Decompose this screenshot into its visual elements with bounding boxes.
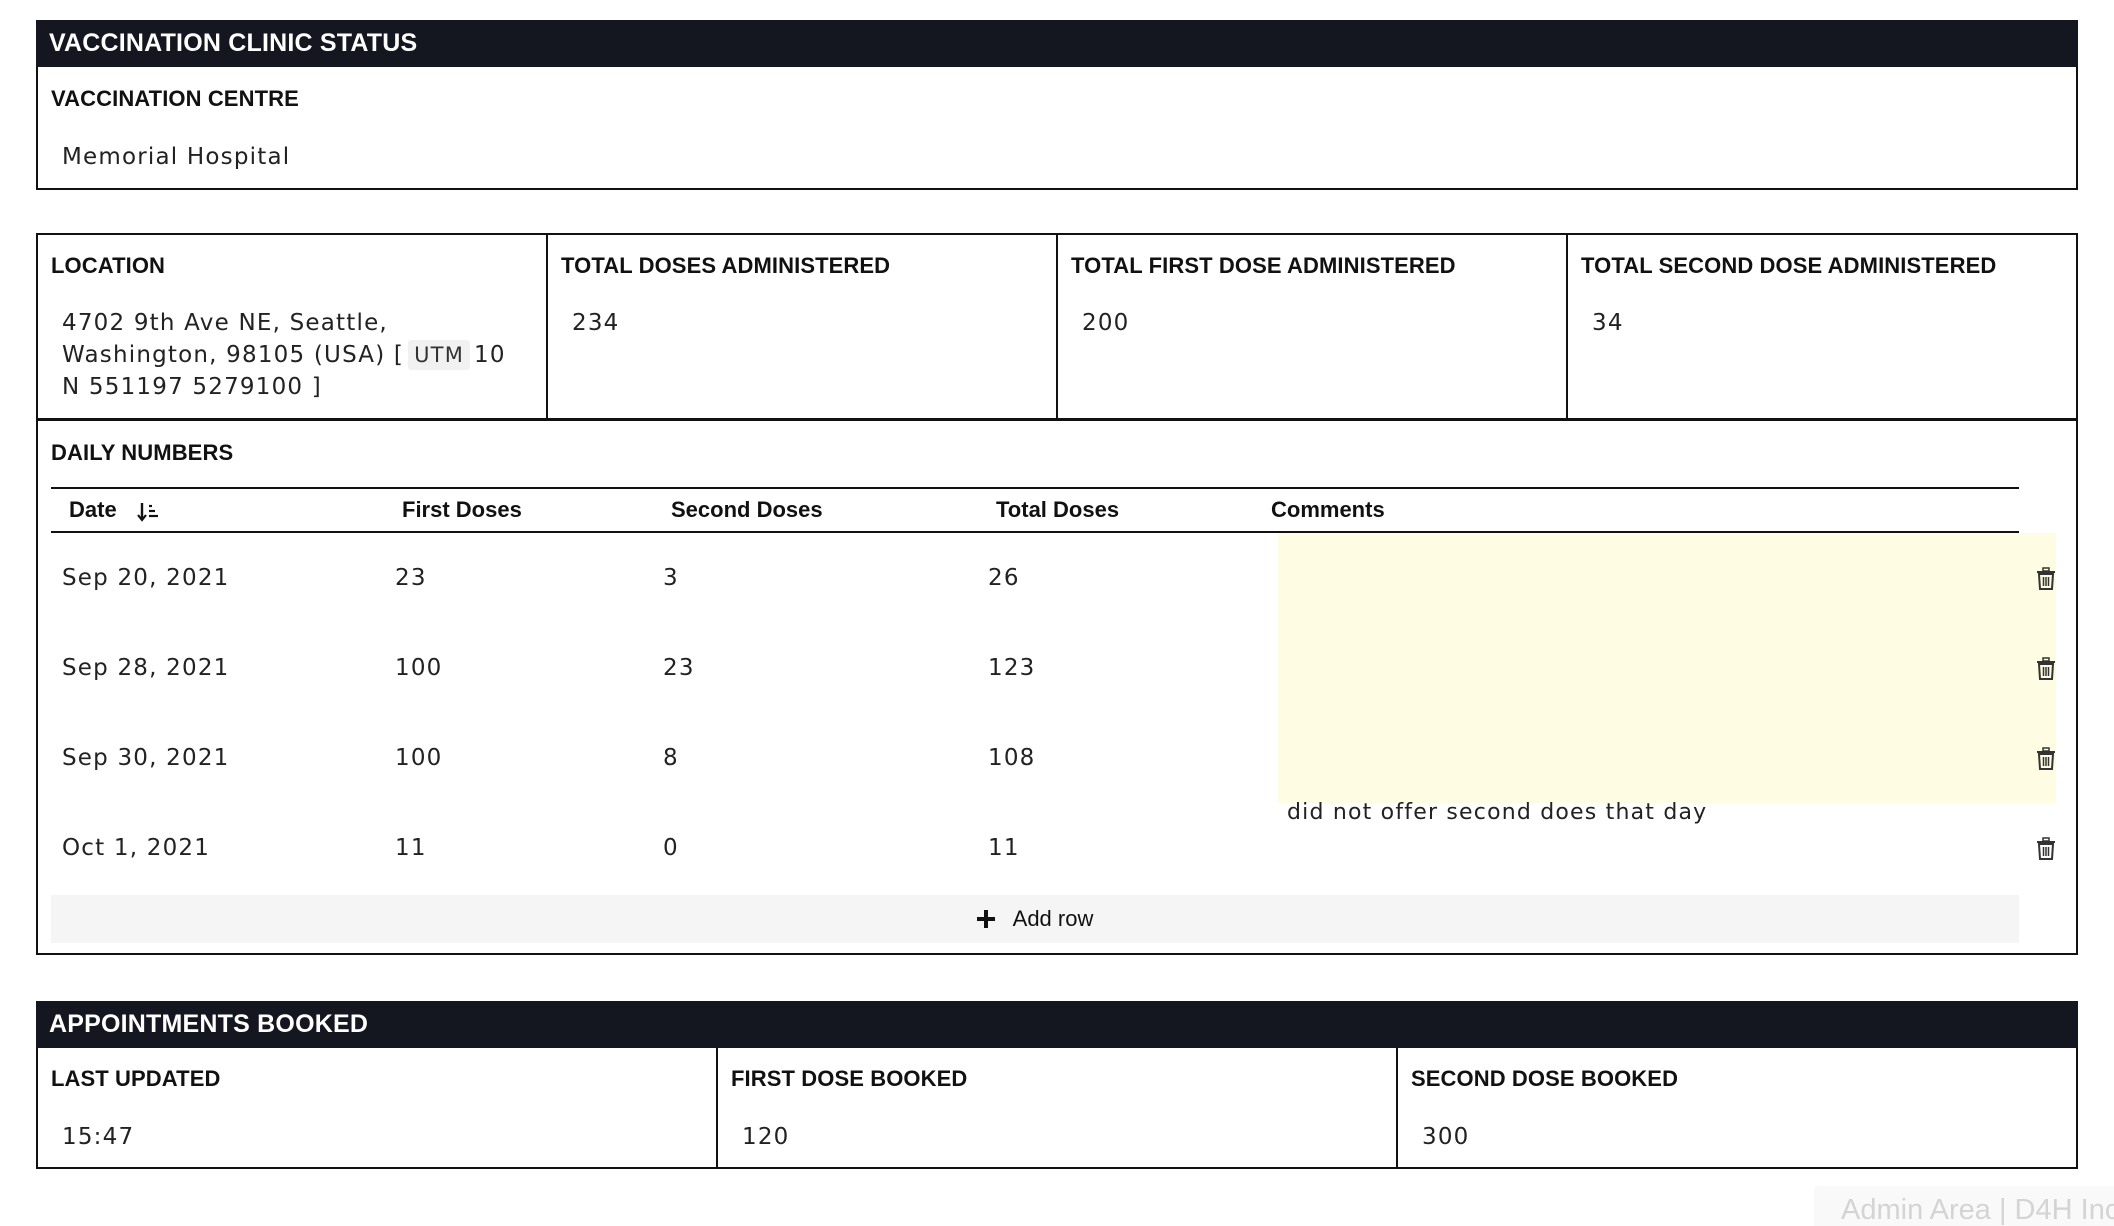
plus-icon xyxy=(976,910,995,928)
second-dose-cell: TOTAL SECOND DOSE ADMINISTERED 34 xyxy=(1568,235,2076,418)
second-dose-label: TOTAL SECOND DOSE ADMINISTERED xyxy=(1581,253,1997,278)
trash-icon[interactable] xyxy=(2035,837,2057,861)
trash-icon[interactable] xyxy=(2035,657,2057,681)
vaccination-centre-value[interactable]: Memorial Hospital xyxy=(62,144,290,170)
table-row: Sep 28, 2021 100 23 123 xyxy=(51,623,2056,713)
clinic-status-section: VACCINATION CLINIC STATUS VACCINATION CE… xyxy=(36,20,2078,190)
total-doses-cell[interactable]: 123 xyxy=(988,623,1036,713)
appointments-title: APPOINTMENTS BOOKED xyxy=(36,1001,2078,1048)
appointments-row: LAST UPDATED 15:47 FIRST DOSE BOOKED 120… xyxy=(38,1048,2076,1167)
location-line1: 4702 9th Ave NE, Seattle, xyxy=(62,310,388,336)
column-first-doses[interactable]: First Doses xyxy=(402,489,522,531)
first-dose-booked-label: FIRST DOSE BOOKED xyxy=(731,1066,968,1091)
stats-section: LOCATION 4702 9th Ave NE, Seattle, Washi… xyxy=(36,233,2078,955)
footer-text[interactable]: Admin Area | D4H Inc xyxy=(1841,1194,2114,1226)
comment-text: did not offer second does that day xyxy=(1287,800,1708,825)
table-row: Sep 30, 2021 100 8 108 xyxy=(51,713,2056,803)
total-doses-cell[interactable]: 108 xyxy=(988,713,1036,803)
location-line3: N 551197 5279100 ] xyxy=(62,374,322,400)
total-doses-label: TOTAL DOSES ADMINISTERED xyxy=(561,253,891,278)
first-dose-booked-cell: FIRST DOSE BOOKED 120 xyxy=(718,1048,1398,1167)
first-dose-cell: TOTAL FIRST DOSE ADMINISTERED 200 xyxy=(1058,235,1568,418)
column-date[interactable]: Date xyxy=(69,489,117,531)
first-doses-cell[interactable]: 11 xyxy=(395,803,427,893)
location-cell: LOCATION 4702 9th Ave NE, Seattle, Washi… xyxy=(38,235,548,418)
total-doses-cell: TOTAL DOSES ADMINISTERED 234 xyxy=(548,235,1058,418)
first-dose-booked-value[interactable]: 120 xyxy=(742,1124,790,1150)
date-cell[interactable]: Sep 30, 2021 xyxy=(62,713,229,803)
second-doses-cell[interactable]: 23 xyxy=(663,623,695,713)
first-doses-cell[interactable]: 100 xyxy=(395,623,443,713)
sort-ascending-icon[interactable] xyxy=(136,500,160,524)
comment-cell[interactable]: did not offer second does that day xyxy=(1278,800,2056,893)
second-doses-cell[interactable]: 0 xyxy=(663,803,679,893)
location-value[interactable]: 4702 9th Ave NE, Seattle, Washington, 98… xyxy=(62,307,532,403)
clinic-status-title: VACCINATION CLINIC STATUS xyxy=(36,20,2078,67)
second-doses-cell[interactable]: 3 xyxy=(663,533,679,623)
add-row-button[interactable]: Add row xyxy=(51,895,2019,943)
daily-numbers-table: Date First Doses Second Doses Total Dose… xyxy=(51,487,2056,893)
location-line2-pre: Washington, 98105 (USA) [ xyxy=(62,342,405,368)
column-second-doses[interactable]: Second Doses xyxy=(671,489,823,531)
total-doses-cell[interactable]: 11 xyxy=(988,803,1020,893)
first-doses-cell[interactable]: 23 xyxy=(395,533,427,623)
column-date-label: Date xyxy=(69,497,117,522)
stats-row: LOCATION 4702 9th Ave NE, Seattle, Washi… xyxy=(38,235,2076,421)
table-header: Date First Doses Second Doses Total Dose… xyxy=(51,487,2019,533)
last-updated-cell: LAST UPDATED 15:47 xyxy=(38,1048,718,1167)
second-dose-value[interactable]: 34 xyxy=(1592,310,1624,336)
comment-cell[interactable] xyxy=(1278,623,2056,713)
utm-badge: UTM xyxy=(408,340,471,370)
table-row: Oct 1, 2021 11 0 11 did not offer second… xyxy=(51,800,2055,893)
last-updated-value[interactable]: 15:47 xyxy=(62,1124,134,1150)
column-comments[interactable]: Comments xyxy=(1271,489,1385,531)
location-label: LOCATION xyxy=(51,253,166,278)
trash-icon[interactable] xyxy=(2035,747,2057,771)
daily-numbers-label: DAILY NUMBERS xyxy=(51,440,234,465)
comment-cell[interactable] xyxy=(1278,533,2056,623)
table-row: Sep 20, 2021 23 3 26 xyxy=(51,533,2056,623)
last-updated-label: LAST UPDATED xyxy=(51,1066,221,1091)
second-doses-cell[interactable]: 8 xyxy=(663,713,679,803)
first-doses-cell[interactable]: 100 xyxy=(395,713,443,803)
date-cell[interactable]: Sep 28, 2021 xyxy=(62,623,229,713)
second-dose-booked-label: SECOND DOSE BOOKED xyxy=(1411,1066,1679,1091)
second-dose-booked-cell: SECOND DOSE BOOKED 300 xyxy=(1398,1048,2076,1167)
trash-icon[interactable] xyxy=(2035,567,2057,591)
first-dose-label: TOTAL FIRST DOSE ADMINISTERED xyxy=(1071,253,1456,278)
second-dose-booked-value[interactable]: 300 xyxy=(1422,1124,1470,1150)
location-line2-post: 10 xyxy=(474,342,506,368)
add-row-label: Add row xyxy=(1012,906,1094,931)
date-cell[interactable]: Sep 20, 2021 xyxy=(62,533,229,623)
appointments-section: APPOINTMENTS BOOKED LAST UPDATED 15:47 F… xyxy=(36,1001,2078,1169)
date-cell[interactable]: Oct 1, 2021 xyxy=(62,803,210,893)
total-doses-cell[interactable]: 26 xyxy=(988,533,1020,623)
first-dose-value[interactable]: 200 xyxy=(1082,310,1130,336)
total-doses-value[interactable]: 234 xyxy=(572,310,620,336)
footer: Admin Area | D4H Inc xyxy=(1814,1186,2114,1226)
comment-cell[interactable] xyxy=(1278,713,2056,803)
vaccination-centre-label: VACCINATION CENTRE xyxy=(51,86,299,111)
column-total-doses[interactable]: Total Doses xyxy=(996,489,1119,531)
